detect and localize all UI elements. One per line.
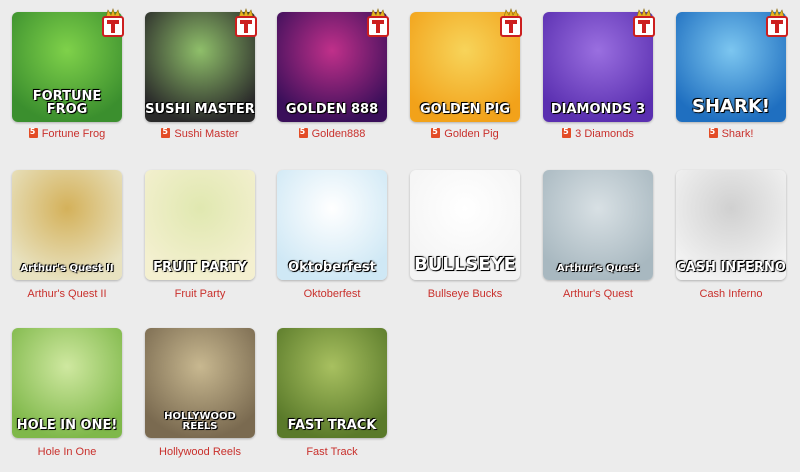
game-title-caption[interactable]: Bullseye Bucks: [410, 288, 520, 300]
game-title: Bullseye Bucks: [427, 288, 503, 300]
html5-icon: [28, 127, 38, 138]
crown-t-badge-icon: [500, 8, 522, 37]
game-logo: SHARK!: [692, 96, 770, 117]
game-thumbnail[interactable]: FAST TRACK: [277, 328, 387, 438]
game-title-caption[interactable]: Golden888: [277, 127, 387, 140]
game-tile[interactable]: SHARK! Shark!: [676, 8, 788, 140]
game-thumbnail[interactable]: BULLSEYE: [410, 170, 520, 280]
crown-t-badge-icon: [367, 8, 389, 37]
html5-icon: [708, 127, 718, 138]
game-logo: Oktoberfest: [288, 260, 376, 275]
game-logo: FAST TRACK: [287, 418, 377, 433]
game-logo: CASH INFERNO: [676, 260, 786, 275]
game-tile[interactable]: Arthur's Quest II Arthur's Quest II: [12, 170, 122, 300]
game-tile[interactable]: FORTUNE FROG Fortune Frog: [12, 8, 124, 140]
game-logo: Arthur's Quest II: [20, 263, 114, 274]
game-title-caption[interactable]: Golden Pig: [410, 127, 520, 140]
crown-t-badge-icon: [633, 8, 655, 37]
game-logo: Arthur's Quest: [556, 263, 640, 274]
game-title: Shark!: [721, 128, 754, 140]
html5-icon: [562, 127, 572, 138]
game-tile[interactable]: BULLSEYE Bullseye Bucks: [410, 170, 520, 300]
game-title-caption[interactable]: Fruit Party: [145, 288, 255, 300]
game-title-caption[interactable]: Shark!: [676, 127, 786, 140]
game-tile[interactable]: GOLDEN 888 Golden888: [277, 8, 389, 140]
game-title-caption[interactable]: Hole In One: [12, 446, 122, 458]
game-title: Hole In One: [37, 446, 97, 458]
game-tile[interactable]: HOLE IN ONE! Hole In One: [12, 328, 122, 458]
game-logo: SUSHI MASTER: [145, 102, 255, 117]
game-tile[interactable]: FAST TRACK Fast Track: [277, 328, 387, 458]
game-tile[interactable]: Arthur's Quest Arthur's Quest: [543, 170, 653, 300]
game-thumbnail[interactable]: CASH INFERNO: [676, 170, 786, 280]
crown-t-badge-icon: [102, 8, 124, 37]
game-title: Arthur's Quest: [563, 288, 633, 300]
html5-icon: [161, 127, 171, 138]
game-tile[interactable]: Oktoberfest Oktoberfest: [277, 170, 387, 300]
game-logo: GOLDEN PIG: [419, 102, 511, 117]
game-title: Fruit Party: [174, 288, 226, 300]
game-tile[interactable]: SUSHI MASTER Sushi Master: [145, 8, 257, 140]
game-tile[interactable]: CASH INFERNO Cash Inferno: [676, 170, 786, 300]
game-logo: GOLDEN 888: [285, 102, 379, 117]
game-thumbnail[interactable]: FRUIT PARTY: [145, 170, 255, 280]
game-title-caption[interactable]: 3 Diamonds: [543, 127, 653, 140]
game-title: Cash Inferno: [699, 288, 763, 300]
game-logo: HOLE IN ONE!: [16, 418, 118, 433]
game-tile[interactable]: HOLLYWOOD REELS Hollywood Reels: [145, 328, 255, 458]
crown-t-badge-icon: [235, 8, 257, 37]
game-title: Arthur's Quest II: [27, 288, 107, 300]
html5-icon: [431, 127, 441, 138]
game-logo: DIAMONDS 3: [550, 102, 646, 117]
game-title-caption[interactable]: Cash Inferno: [676, 288, 786, 300]
game-tile[interactable]: GOLDEN PIG Golden Pig: [410, 8, 522, 140]
game-thumbnail[interactable]: Arthur's Quest II: [12, 170, 122, 280]
game-title: Hollywood Reels: [159, 446, 241, 458]
game-title: Oktoberfest: [303, 288, 361, 300]
game-tile[interactable]: FRUIT PARTY Fruit Party: [145, 170, 255, 300]
game-title: Fast Track: [306, 446, 358, 458]
game-title-caption[interactable]: Sushi Master: [145, 127, 255, 140]
game-logo: FRUIT PARTY: [153, 260, 247, 275]
game-title: Golden Pig: [444, 128, 499, 140]
game-grid: FORTUNE FROG Fortune Frog SUSHI MASTER Sush…: [0, 0, 800, 472]
html5-icon: [298, 127, 308, 138]
game-logo: BULLSEYE: [414, 254, 516, 275]
game-title: Golden888: [311, 128, 366, 140]
game-tile[interactable]: DIAMONDS 3 3 Diamonds: [543, 8, 655, 140]
game-title: 3 Diamonds: [575, 128, 634, 140]
game-title-caption[interactable]: Oktoberfest: [277, 288, 387, 300]
game-thumbnail[interactable]: HOLLYWOOD REELS: [145, 328, 255, 438]
crown-t-badge-icon: [766, 8, 788, 37]
game-thumbnail[interactable]: HOLE IN ONE!: [12, 328, 122, 438]
game-title-caption[interactable]: Fast Track: [277, 446, 387, 458]
game-title-caption[interactable]: Fortune Frog: [12, 127, 122, 140]
game-thumbnail[interactable]: Arthur's Quest: [543, 170, 653, 280]
game-title-caption[interactable]: Arthur's Quest II: [12, 288, 122, 300]
game-thumbnail[interactable]: Oktoberfest: [277, 170, 387, 280]
game-logo: FORTUNE FROG: [32, 89, 102, 117]
game-title-caption[interactable]: Arthur's Quest: [543, 288, 653, 300]
game-title: Sushi Master: [174, 128, 239, 140]
game-logo: HOLLYWOOD REELS: [164, 411, 236, 432]
game-title-caption[interactable]: Hollywood Reels: [145, 446, 255, 458]
game-title: Fortune Frog: [41, 128, 106, 140]
